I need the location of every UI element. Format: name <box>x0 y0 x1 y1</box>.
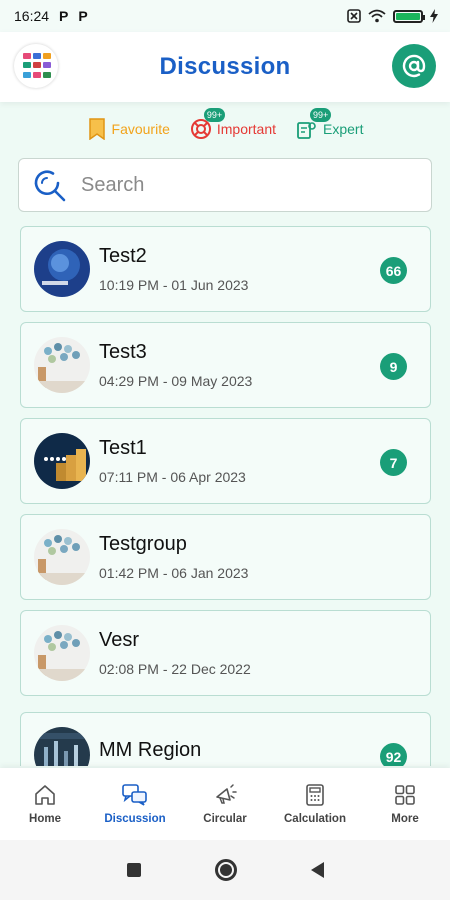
discussion-timestamp: 01:42 PM - 06 Jan 2023 <box>99 565 249 581</box>
wifi-icon <box>368 9 386 23</box>
nav-home[interactable]: Home <box>2 783 88 825</box>
discussion-card[interactable]: Test3 04:29 PM - 09 May 2023 9 <box>20 322 431 408</box>
filter-label: Favourite <box>111 121 170 137</box>
nav-more[interactable]: More <box>362 783 448 825</box>
discussion-timestamp: 02:08 PM - 22 Dec 2022 <box>99 661 251 677</box>
nav-calculation[interactable]: Calculation <box>272 783 358 825</box>
group-avatar <box>34 433 90 489</box>
nav-label: Discussion <box>104 813 166 825</box>
status-time: 16:24 <box>14 8 50 24</box>
battery-icon <box>393 9 425 23</box>
nav-label: Circular <box>203 813 247 825</box>
notification-icon: P <box>78 8 88 24</box>
nav-label: Home <box>29 813 61 825</box>
charging-icon <box>430 9 438 23</box>
discussion-title: Testgroup <box>99 533 187 555</box>
search-box <box>18 158 432 212</box>
nav-circular[interactable]: Circular <box>182 783 268 825</box>
discussion-title: MM Region <box>99 739 202 761</box>
nav-discussion[interactable]: Discussion <box>92 783 178 825</box>
home-icon <box>35 785 55 805</box>
chat-icon <box>122 784 147 806</box>
discussion-timestamp: 10:19 PM - 01 Jun 2023 <box>99 277 249 293</box>
discussion-list: Test2 10:19 PM - 01 Jun 2023 66 Test3 04… <box>20 226 431 766</box>
discussion-timestamp: 07:11 PM - 06 Apr 2023 <box>99 469 246 485</box>
system-nav-bar <box>0 840 450 900</box>
group-avatar <box>34 529 90 585</box>
group-avatar <box>34 241 90 297</box>
home-button[interactable] <box>214 859 237 881</box>
bookmark-icon <box>88 118 105 140</box>
group-avatar <box>34 727 90 766</box>
search-icon <box>34 170 66 202</box>
filter-important[interactable]: 99+ Important <box>190 108 277 140</box>
discussion-title: Test1 <box>99 437 147 459</box>
calculator-icon <box>306 784 324 806</box>
app-logo[interactable] <box>14 44 58 88</box>
back-button[interactable] <box>310 862 324 878</box>
bottom-nav: Home Discussion Circular Calculation Mor… <box>0 768 450 840</box>
unread-count-badge: 92 <box>380 743 407 766</box>
filter-expert[interactable]: 99+ Expert <box>296 108 364 140</box>
nav-label: More <box>391 813 419 825</box>
discussion-title: Test2 <box>99 245 147 267</box>
discussion-card[interactable]: Testgroup 01:42 PM - 06 Jan 2023 <box>20 514 431 600</box>
discussion-timestamp: 04:29 PM - 09 May 2023 <box>99 373 253 389</box>
filter-bar: Favourite 99+ Important 99+ Expert <box>0 108 450 146</box>
discussion-card[interactable]: MM Region 92 <box>20 712 431 766</box>
page-title: Discussion <box>159 53 291 80</box>
filter-label: Important <box>216 121 277 137</box>
nav-label: Calculation <box>284 813 346 825</box>
discussion-title: Vesr <box>99 629 140 651</box>
at-icon <box>402 54 426 78</box>
grid-icon <box>395 785 415 805</box>
status-bar: 16:24 P P <box>0 0 450 32</box>
discussion-card[interactable]: Test2 10:19 PM - 01 Jun 2023 66 <box>20 226 431 312</box>
notification-icon: P <box>59 8 69 24</box>
discussion-card[interactable]: Test1 07:11 PM - 06 Apr 2023 7 <box>20 418 431 504</box>
app-header: Discussion <box>0 32 450 102</box>
discussion-title: Test3 <box>99 341 147 363</box>
sim-off-icon <box>347 9 361 23</box>
recents-button[interactable] <box>126 863 141 877</box>
search-input[interactable] <box>81 173 401 197</box>
expert-badge: 99+ <box>310 108 332 122</box>
unread-count-badge: 66 <box>380 257 407 284</box>
filter-favourite[interactable]: Favourite <box>87 118 170 140</box>
group-avatar <box>34 337 90 393</box>
mention-button[interactable] <box>392 44 436 88</box>
important-badge: 99+ <box>203 108 226 122</box>
unread-count-badge: 9 <box>380 353 407 380</box>
filter-label: Expert <box>323 121 364 137</box>
unread-count-badge: 7 <box>380 449 407 476</box>
group-avatar <box>34 625 90 681</box>
discussion-card[interactable]: Vesr 02:08 PM - 22 Dec 2022 <box>20 610 431 696</box>
megaphone-icon <box>216 784 237 804</box>
